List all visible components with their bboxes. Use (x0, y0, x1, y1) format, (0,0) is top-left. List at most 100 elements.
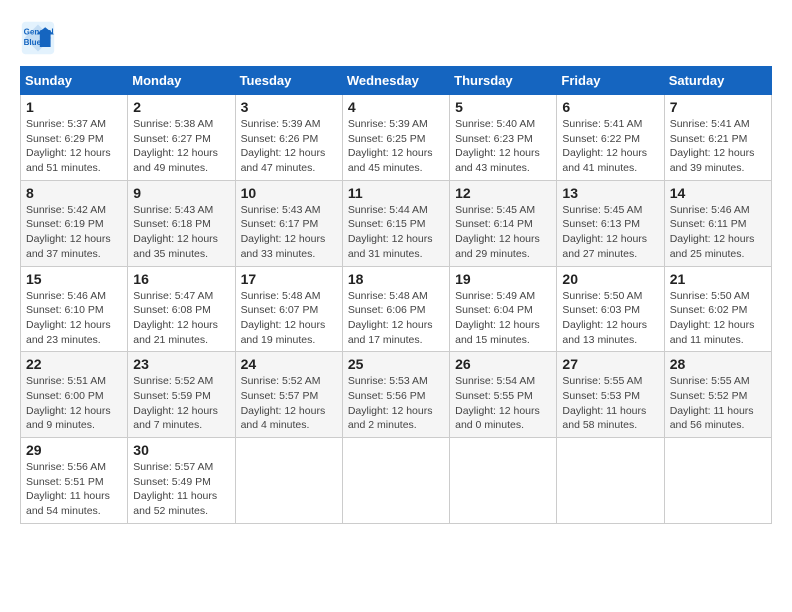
day-info: Sunrise: 5:42 AM Sunset: 6:19 PM Dayligh… (26, 203, 122, 262)
day-info: Sunrise: 5:43 AM Sunset: 6:18 PM Dayligh… (133, 203, 229, 262)
calendar-cell: 2 Sunrise: 5:38 AM Sunset: 6:27 PM Dayli… (128, 95, 235, 181)
calendar-cell: 22 Sunrise: 5:51 AM Sunset: 6:00 PM Dayl… (21, 352, 128, 438)
calendar-cell: 11 Sunrise: 5:44 AM Sunset: 6:15 PM Dayl… (342, 180, 449, 266)
calendar-week-row: 22 Sunrise: 5:51 AM Sunset: 6:00 PM Dayl… (21, 352, 772, 438)
day-info: Sunrise: 5:41 AM Sunset: 6:21 PM Dayligh… (670, 117, 766, 176)
calendar-cell (235, 438, 342, 524)
day-number: 15 (26, 271, 122, 287)
col-saturday: Saturday (664, 67, 771, 95)
day-number: 12 (455, 185, 551, 201)
calendar-cell: 12 Sunrise: 5:45 AM Sunset: 6:14 PM Dayl… (450, 180, 557, 266)
day-number: 26 (455, 356, 551, 372)
day-info: Sunrise: 5:41 AM Sunset: 6:22 PM Dayligh… (562, 117, 658, 176)
col-tuesday: Tuesday (235, 67, 342, 95)
day-info: Sunrise: 5:44 AM Sunset: 6:15 PM Dayligh… (348, 203, 444, 262)
day-number: 2 (133, 99, 229, 115)
calendar-cell (342, 438, 449, 524)
day-number: 30 (133, 442, 229, 458)
calendar-cell: 7 Sunrise: 5:41 AM Sunset: 6:21 PM Dayli… (664, 95, 771, 181)
day-number: 29 (26, 442, 122, 458)
col-friday: Friday (557, 67, 664, 95)
day-number: 27 (562, 356, 658, 372)
day-info: Sunrise: 5:50 AM Sunset: 6:03 PM Dayligh… (562, 289, 658, 348)
calendar-cell: 9 Sunrise: 5:43 AM Sunset: 6:18 PM Dayli… (128, 180, 235, 266)
calendar-cell: 10 Sunrise: 5:43 AM Sunset: 6:17 PM Dayl… (235, 180, 342, 266)
day-number: 20 (562, 271, 658, 287)
day-number: 6 (562, 99, 658, 115)
calendar-cell: 6 Sunrise: 5:41 AM Sunset: 6:22 PM Dayli… (557, 95, 664, 181)
calendar-cell: 13 Sunrise: 5:45 AM Sunset: 6:13 PM Dayl… (557, 180, 664, 266)
day-number: 11 (348, 185, 444, 201)
page-header: General Blue (20, 20, 772, 56)
day-info: Sunrise: 5:52 AM Sunset: 5:59 PM Dayligh… (133, 374, 229, 433)
col-wednesday: Wednesday (342, 67, 449, 95)
calendar-cell: 8 Sunrise: 5:42 AM Sunset: 6:19 PM Dayli… (21, 180, 128, 266)
day-number: 13 (562, 185, 658, 201)
calendar-week-row: 15 Sunrise: 5:46 AM Sunset: 6:10 PM Dayl… (21, 266, 772, 352)
day-info: Sunrise: 5:40 AM Sunset: 6:23 PM Dayligh… (455, 117, 551, 176)
calendar-cell: 1 Sunrise: 5:37 AM Sunset: 6:29 PM Dayli… (21, 95, 128, 181)
day-number: 19 (455, 271, 551, 287)
day-number: 25 (348, 356, 444, 372)
calendar-week-row: 1 Sunrise: 5:37 AM Sunset: 6:29 PM Dayli… (21, 95, 772, 181)
svg-text:Blue: Blue (24, 38, 42, 47)
day-number: 28 (670, 356, 766, 372)
day-info: Sunrise: 5:51 AM Sunset: 6:00 PM Dayligh… (26, 374, 122, 433)
day-info: Sunrise: 5:55 AM Sunset: 5:52 PM Dayligh… (670, 374, 766, 433)
calendar-header-row: Sunday Monday Tuesday Wednesday Thursday… (21, 67, 772, 95)
day-info: Sunrise: 5:45 AM Sunset: 6:14 PM Dayligh… (455, 203, 551, 262)
calendar-week-row: 8 Sunrise: 5:42 AM Sunset: 6:19 PM Dayli… (21, 180, 772, 266)
calendar-cell: 18 Sunrise: 5:48 AM Sunset: 6:06 PM Dayl… (342, 266, 449, 352)
calendar-cell: 15 Sunrise: 5:46 AM Sunset: 6:10 PM Dayl… (21, 266, 128, 352)
day-info: Sunrise: 5:39 AM Sunset: 6:25 PM Dayligh… (348, 117, 444, 176)
day-number: 23 (133, 356, 229, 372)
calendar-cell: 16 Sunrise: 5:47 AM Sunset: 6:08 PM Dayl… (128, 266, 235, 352)
calendar-cell (664, 438, 771, 524)
calendar-cell: 30 Sunrise: 5:57 AM Sunset: 5:49 PM Dayl… (128, 438, 235, 524)
calendar-cell: 25 Sunrise: 5:53 AM Sunset: 5:56 PM Dayl… (342, 352, 449, 438)
day-info: Sunrise: 5:45 AM Sunset: 6:13 PM Dayligh… (562, 203, 658, 262)
calendar-cell: 5 Sunrise: 5:40 AM Sunset: 6:23 PM Dayli… (450, 95, 557, 181)
day-info: Sunrise: 5:39 AM Sunset: 6:26 PM Dayligh… (241, 117, 337, 176)
day-number: 7 (670, 99, 766, 115)
day-number: 18 (348, 271, 444, 287)
calendar-cell (450, 438, 557, 524)
day-number: 5 (455, 99, 551, 115)
calendar-week-row: 29 Sunrise: 5:56 AM Sunset: 5:51 PM Dayl… (21, 438, 772, 524)
day-number: 8 (26, 185, 122, 201)
day-number: 9 (133, 185, 229, 201)
calendar-cell: 27 Sunrise: 5:55 AM Sunset: 5:53 PM Dayl… (557, 352, 664, 438)
col-thursday: Thursday (450, 67, 557, 95)
day-info: Sunrise: 5:47 AM Sunset: 6:08 PM Dayligh… (133, 289, 229, 348)
calendar-cell: 28 Sunrise: 5:55 AM Sunset: 5:52 PM Dayl… (664, 352, 771, 438)
calendar-cell: 14 Sunrise: 5:46 AM Sunset: 6:11 PM Dayl… (664, 180, 771, 266)
day-info: Sunrise: 5:57 AM Sunset: 5:49 PM Dayligh… (133, 460, 229, 519)
calendar-cell: 29 Sunrise: 5:56 AM Sunset: 5:51 PM Dayl… (21, 438, 128, 524)
day-info: Sunrise: 5:55 AM Sunset: 5:53 PM Dayligh… (562, 374, 658, 433)
calendar-cell: 17 Sunrise: 5:48 AM Sunset: 6:07 PM Dayl… (235, 266, 342, 352)
day-info: Sunrise: 5:46 AM Sunset: 6:10 PM Dayligh… (26, 289, 122, 348)
day-number: 3 (241, 99, 337, 115)
day-info: Sunrise: 5:49 AM Sunset: 6:04 PM Dayligh… (455, 289, 551, 348)
day-number: 14 (670, 185, 766, 201)
col-sunday: Sunday (21, 67, 128, 95)
day-info: Sunrise: 5:50 AM Sunset: 6:02 PM Dayligh… (670, 289, 766, 348)
day-info: Sunrise: 5:37 AM Sunset: 6:29 PM Dayligh… (26, 117, 122, 176)
logo: General Blue (20, 20, 62, 56)
day-number: 10 (241, 185, 337, 201)
day-info: Sunrise: 5:46 AM Sunset: 6:11 PM Dayligh… (670, 203, 766, 262)
day-number: 22 (26, 356, 122, 372)
day-number: 17 (241, 271, 337, 287)
calendar-cell: 23 Sunrise: 5:52 AM Sunset: 5:59 PM Dayl… (128, 352, 235, 438)
day-info: Sunrise: 5:48 AM Sunset: 6:07 PM Dayligh… (241, 289, 337, 348)
calendar-cell: 3 Sunrise: 5:39 AM Sunset: 6:26 PM Dayli… (235, 95, 342, 181)
day-number: 16 (133, 271, 229, 287)
calendar-cell: 24 Sunrise: 5:52 AM Sunset: 5:57 PM Dayl… (235, 352, 342, 438)
calendar-cell: 4 Sunrise: 5:39 AM Sunset: 6:25 PM Dayli… (342, 95, 449, 181)
day-number: 24 (241, 356, 337, 372)
logo-icon: General Blue (20, 20, 56, 56)
day-info: Sunrise: 5:48 AM Sunset: 6:06 PM Dayligh… (348, 289, 444, 348)
day-info: Sunrise: 5:56 AM Sunset: 5:51 PM Dayligh… (26, 460, 122, 519)
day-info: Sunrise: 5:38 AM Sunset: 6:27 PM Dayligh… (133, 117, 229, 176)
calendar-cell: 20 Sunrise: 5:50 AM Sunset: 6:03 PM Dayl… (557, 266, 664, 352)
